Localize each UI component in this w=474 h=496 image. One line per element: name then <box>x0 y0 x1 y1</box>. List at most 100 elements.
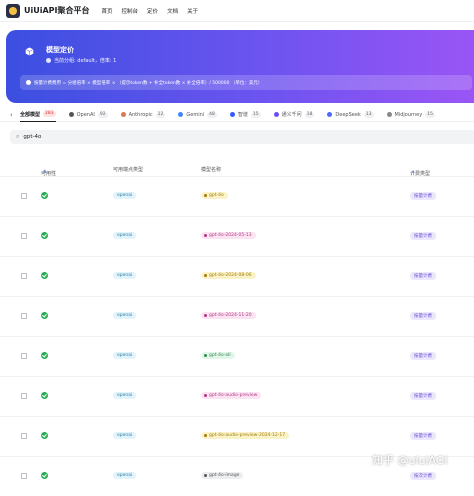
tab-label: Midjourney <box>394 111 423 118</box>
deepseek-icon <box>327 112 333 117</box>
available-check-icon <box>41 312 48 319</box>
search-icon: ⌕ <box>16 133 20 140</box>
row-checkbox[interactable] <box>21 393 27 399</box>
zhipu-icon <box>229 112 235 117</box>
logo-icon[interactable] <box>6 3 20 18</box>
pricing-formula-text: 按量计费费用 = 分组倍率 × 模型倍率 × （提示token数 + 补全tok… <box>34 80 263 86</box>
brand-name[interactable]: UiUiAPI聚合平台 <box>24 5 90 16</box>
available-check-icon <box>41 392 48 399</box>
row-checkbox[interactable] <box>21 353 27 359</box>
gemini-icon <box>178 112 184 117</box>
billing-type-tag: 按量计费 <box>410 392 436 400</box>
tab-label: Gemini <box>186 111 205 118</box>
page-title: 模型定价 <box>46 46 74 54</box>
filter-icon[interactable]: ▾ <box>412 170 414 175</box>
sort-icon[interactable]: ⇅ <box>43 170 47 175</box>
table-row[interactable]: openai gpt-4o-2024-05-13 按量计费 <box>0 216 474 256</box>
model-name-tag[interactable]: gpt-4o-audio-preview <box>201 392 262 399</box>
table-row[interactable]: openai gpt-4o-all 按量计费 <box>0 336 474 376</box>
tab-deepseek[interactable]: DeepSeek 13 <box>327 108 374 122</box>
table-row[interactable]: openai gpt-4o-2024-11-20 按量计费 <box>0 296 474 336</box>
row-checkbox[interactable] <box>21 193 27 199</box>
table-row[interactable]: openai gpt-4o 按量计费 <box>0 176 474 216</box>
openai-icon <box>68 112 74 117</box>
nav-about[interactable]: 关于 <box>187 7 198 15</box>
model-name-tag[interactable]: gpt-4o-image <box>201 472 244 479</box>
anthropic-icon <box>120 112 126 117</box>
billing-type-tag: 按量计费 <box>410 312 436 320</box>
endpoint-tag: openai <box>113 232 137 239</box>
billing-type-tag: 按量计费 <box>410 432 436 440</box>
top-navbar: UiUiAPI聚合平台 首页 控制台 定价 文档 关于 <box>0 0 474 22</box>
tab-count: 12 <box>155 111 166 118</box>
table-header: 可用性 ⇅ 可用端点类型 模型名称 计费类型 ▾ <box>0 162 474 177</box>
tab-count: 18 <box>304 111 315 118</box>
tab-count: 15 <box>250 111 261 118</box>
tab-label: 全部模型 <box>20 111 41 118</box>
qwen-icon <box>273 112 279 117</box>
tab-count: 48 <box>207 111 217 118</box>
table-row[interactable]: openai gpt-4o-audio-preview-2024-12-17 按量计… <box>0 416 474 456</box>
tab-count: 283 <box>43 111 56 117</box>
model-name-tag[interactable]: gpt-4o-2024-11-20 <box>201 312 256 319</box>
available-check-icon <box>41 192 48 199</box>
nav-docs[interactable]: 文档 <box>167 7 178 15</box>
endpoint-tag: openai <box>113 472 137 479</box>
model-name-tag[interactable]: gpt-4o-2024-08-06 <box>201 272 256 279</box>
billing-type-tag: 按量计费 <box>410 232 436 240</box>
row-checkbox[interactable] <box>21 273 27 279</box>
model-name-tag[interactable]: gpt-4o <box>201 192 228 199</box>
available-check-icon <box>41 272 48 279</box>
row-checkbox[interactable] <box>21 473 27 479</box>
billing-type-tag: 按量计费 <box>410 352 436 360</box>
tab-label: 通义千问 <box>281 112 302 118</box>
model-name-tag[interactable]: gpt-4o-all <box>201 352 235 359</box>
billing-type-tag: 按次计费 <box>410 472 436 480</box>
endpoint-tag: openai <box>113 192 137 199</box>
nav-pricing[interactable]: 定价 <box>147 7 158 15</box>
group-info-text: 当前分组: default，倍率: 1 <box>54 58 117 64</box>
watermark: 知乎 @uiuiAGI <box>372 454 448 467</box>
tab-midjourney[interactable]: Midjourney 15 <box>386 108 435 122</box>
row-checkbox[interactable] <box>21 313 27 319</box>
endpoint-tag: openai <box>113 272 137 279</box>
tab-count: 92 <box>97 111 108 118</box>
tab-all-models[interactable]: 全部模型 283 <box>20 108 56 122</box>
pricing-banner: 模型定价 当前分组: default，倍率: 1 按量计费费用 = 分组倍率 ×… <box>6 30 474 103</box>
row-checkbox[interactable] <box>21 433 27 439</box>
endpoint-tag: openai <box>113 352 137 359</box>
info-icon <box>26 80 31 85</box>
cube-icon <box>25 47 34 56</box>
billing-type-tag: 按量计费 <box>410 272 436 280</box>
tab-openai[interactable]: OpenAI 92 <box>68 108 108 122</box>
endpoint-tag: openai <box>113 432 137 439</box>
billing-type-tag: 按量计费 <box>410 192 436 200</box>
tab-count: 13 <box>363 111 374 118</box>
midjourney-icon <box>386 112 392 117</box>
model-search-input[interactable]: ⌕ gpt-4o <box>10 130 474 144</box>
tab-qwen[interactable]: 通义千问 18 <box>273 108 315 122</box>
group-info: 当前分组: default，倍率: 1 <box>46 57 116 64</box>
tab-anthropic[interactable]: Anthropic 12 <box>120 108 166 122</box>
tab-label: 智谱 <box>237 112 248 118</box>
model-name-tag[interactable]: gpt-4o-2024-05-13 <box>201 232 256 239</box>
nav-console[interactable]: 控制台 <box>122 7 139 15</box>
endpoint-tag: openai <box>113 392 137 399</box>
table-row[interactable]: openai gpt-4o-2024-08-06 按量计费 <box>0 256 474 296</box>
tab-zhipu[interactable]: 智谱 15 <box>229 108 261 122</box>
tab-label: OpenAI <box>76 111 95 118</box>
table-row[interactable]: openai gpt-4o-audio-preview 按量计费 <box>0 376 474 416</box>
available-check-icon <box>41 432 48 439</box>
available-check-icon <box>41 352 48 359</box>
search-value[interactable]: gpt-4o <box>23 134 41 140</box>
tab-label: Anthropic <box>128 111 153 118</box>
tabs-scroll-left-icon[interactable]: ‹ <box>10 111 20 119</box>
tab-gemini[interactable]: Gemini 48 <box>178 108 217 122</box>
model-name-tag[interactable]: gpt-4o-audio-preview-2024-12-17 <box>201 432 290 439</box>
row-checkbox[interactable] <box>21 233 27 239</box>
col-model-name: 模型名称 <box>201 167 222 173</box>
vendor-tabs: ‹ 全部模型 283 OpenAI 92 Anthropic 12 Gemini 48 … <box>0 108 474 122</box>
main-nav: 首页 控制台 定价 文档 关于 <box>102 7 199 15</box>
nav-home[interactable]: 首页 <box>102 7 113 15</box>
pricing-formula: 按量计费费用 = 分组倍率 × 模型倍率 × （提示token数 + 补全tok… <box>20 75 472 90</box>
